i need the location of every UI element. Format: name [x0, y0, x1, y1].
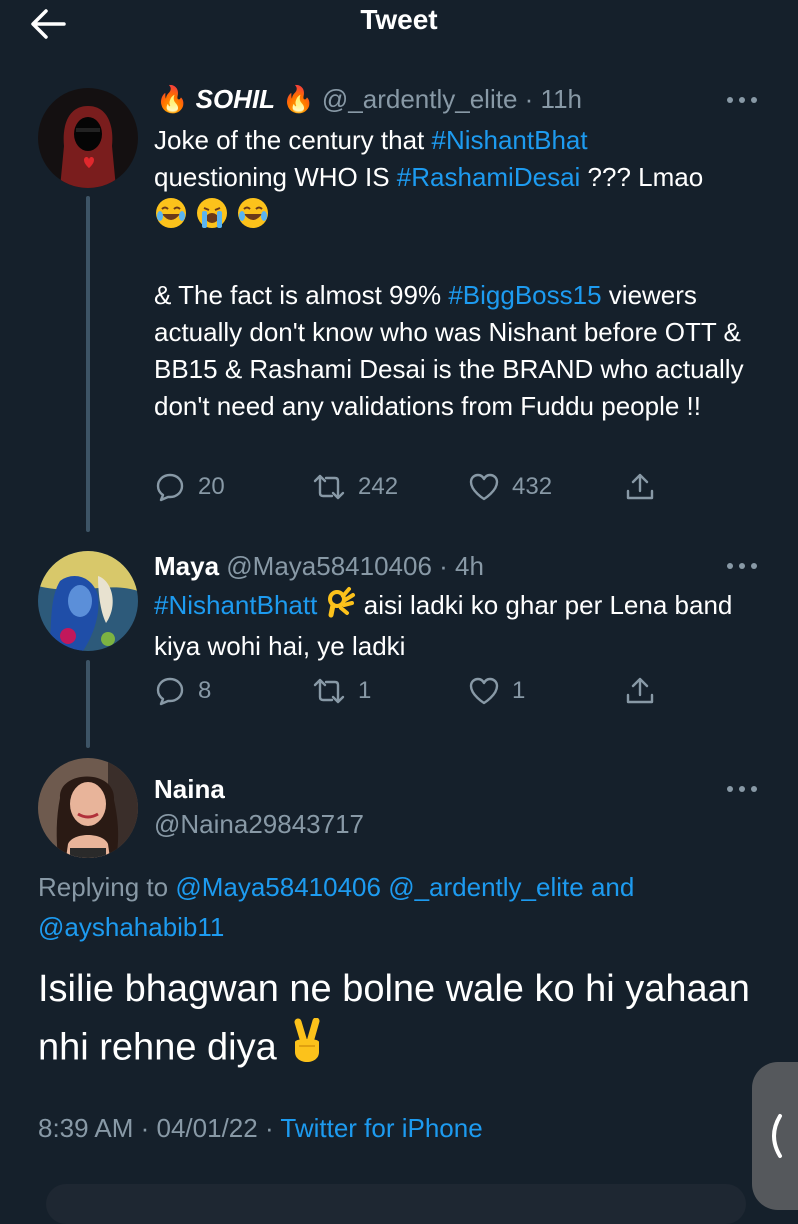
tweet-body: #NishantBhatt aisi ladki ko ghar per Len… — [154, 586, 764, 665]
hashtag-link[interactable]: #BiggBoss15 — [448, 280, 601, 310]
like-button[interactable]: 432 — [468, 470, 552, 504]
share-button[interactable] — [624, 470, 656, 504]
share-icon — [626, 677, 654, 704]
more-options-icon[interactable] — [724, 90, 760, 110]
tweet-time: · 4h — [439, 551, 484, 581]
author-name[interactable]: Maya — [154, 551, 219, 581]
hashtag-link[interactable]: #NishantBhat — [432, 125, 588, 155]
more-options-icon[interactable] — [724, 556, 760, 576]
separator: · — [133, 1113, 157, 1143]
reply-count: 20 — [198, 473, 225, 500]
crying-emoji-icon — [195, 196, 229, 240]
header-bar: Tweet — [0, 0, 798, 48]
chevron-left-icon — [772, 1114, 782, 1158]
separator: · — [257, 1113, 281, 1143]
author-handle-row: @Naina29843717 — [154, 809, 364, 840]
share-icon — [626, 473, 654, 500]
more-options-icon[interactable] — [724, 779, 760, 799]
fire-emoji-icon: 🔥 — [156, 84, 189, 114]
thread-line — [86, 660, 90, 748]
avatar-sohil[interactable] — [38, 88, 138, 188]
tweet-time: · 11h — [524, 84, 582, 114]
laughing-emoji-icon — [154, 196, 188, 240]
fire-emoji-icon: 🔥 — [282, 84, 315, 114]
author-name[interactable]: Naina — [154, 774, 225, 804]
author-handle[interactable]: @Naina29843717 — [154, 809, 364, 839]
laughing-emoji-icon — [236, 196, 270, 240]
like-button[interactable]: 1 — [468, 674, 525, 708]
like-count: 1 — [512, 677, 526, 704]
author-name[interactable]: SOHIL — [196, 84, 275, 114]
retweet-button[interactable]: 1 — [312, 674, 371, 708]
tweet-date: 04/01/22 — [156, 1113, 258, 1143]
source-link[interactable]: Twitter for iPhone — [280, 1113, 482, 1143]
mention-link[interactable]: @_ardently_elite — [388, 872, 584, 902]
hashtag-link[interactable]: #RashamiDesai — [397, 162, 581, 192]
hashtag-link[interactable]: #NishantBhatt — [154, 590, 317, 620]
tweet-actions: 20 242 432 — [154, 470, 674, 504]
retweet-icon — [313, 678, 345, 704]
tweet-text: Joke of the century that — [154, 125, 432, 155]
reply-composer[interactable] — [46, 1184, 746, 1224]
tweet-actions: 8 1 1 — [154, 674, 674, 708]
retweet-button[interactable]: 242 — [312, 470, 398, 504]
reply-button[interactable]: 8 — [154, 674, 211, 708]
retweet-count: 242 — [358, 473, 399, 500]
tweet-header: Maya @Maya58410406 · 4h — [154, 551, 484, 582]
author-handle[interactable]: @Maya58410406 — [226, 551, 432, 581]
victory-hand-emoji-icon — [287, 1017, 327, 1081]
tweet-text: ??? Lmao — [580, 162, 704, 192]
tweet-header: 🔥 SOHIL 🔥 @_ardently_elite · 11h — [156, 84, 582, 115]
thread-line — [86, 196, 90, 532]
replying-to-label: Replying to — [38, 872, 176, 902]
tweet-text: & The fact is almost 99% — [154, 280, 449, 310]
avatar-maya[interactable] — [38, 551, 138, 651]
reply-button[interactable]: 20 — [154, 470, 225, 504]
mention-link[interactable]: @ayshahabib11 — [38, 912, 224, 942]
reply-count: 8 — [198, 677, 212, 704]
tweet-body: Joke of the century that #NishantBhat qu… — [154, 122, 774, 425]
avatar-naina[interactable] — [38, 758, 138, 858]
side-panel-handle[interactable] — [752, 1062, 798, 1210]
heart-icon — [469, 473, 499, 501]
author-handle[interactable]: @_ardently_elite — [322, 84, 518, 114]
reply-icon — [156, 473, 184, 502]
tweet-text: questioning WHO IS — [154, 162, 397, 192]
tweet-time: 8:39 AM — [38, 1113, 134, 1143]
retweet-count: 1 — [358, 677, 372, 704]
heart-icon — [469, 677, 499, 705]
page-title: Tweet — [360, 4, 438, 35]
like-count: 432 — [512, 473, 553, 500]
share-button[interactable] — [624, 674, 656, 708]
tweet-meta: 8:39 AM · 04/01/22 · Twitter for iPhone — [38, 1113, 483, 1144]
tweet-text: Isilie bhagwan ne bolne wale ko hi yahaa… — [38, 968, 750, 1069]
reply-icon — [156, 677, 184, 706]
mention-link[interactable]: @Maya58410406 — [175, 872, 381, 902]
ok-hand-emoji-icon — [325, 586, 357, 628]
and-label: and — [583, 872, 635, 902]
author-name-row: Naina — [154, 774, 225, 805]
main-tweet-text: Isilie bhagwan ne bolne wale ko hi yahaa… — [38, 960, 768, 1081]
replying-to: Replying to @Maya58410406 @_ardently_eli… — [38, 867, 738, 947]
retweet-icon — [313, 474, 345, 500]
